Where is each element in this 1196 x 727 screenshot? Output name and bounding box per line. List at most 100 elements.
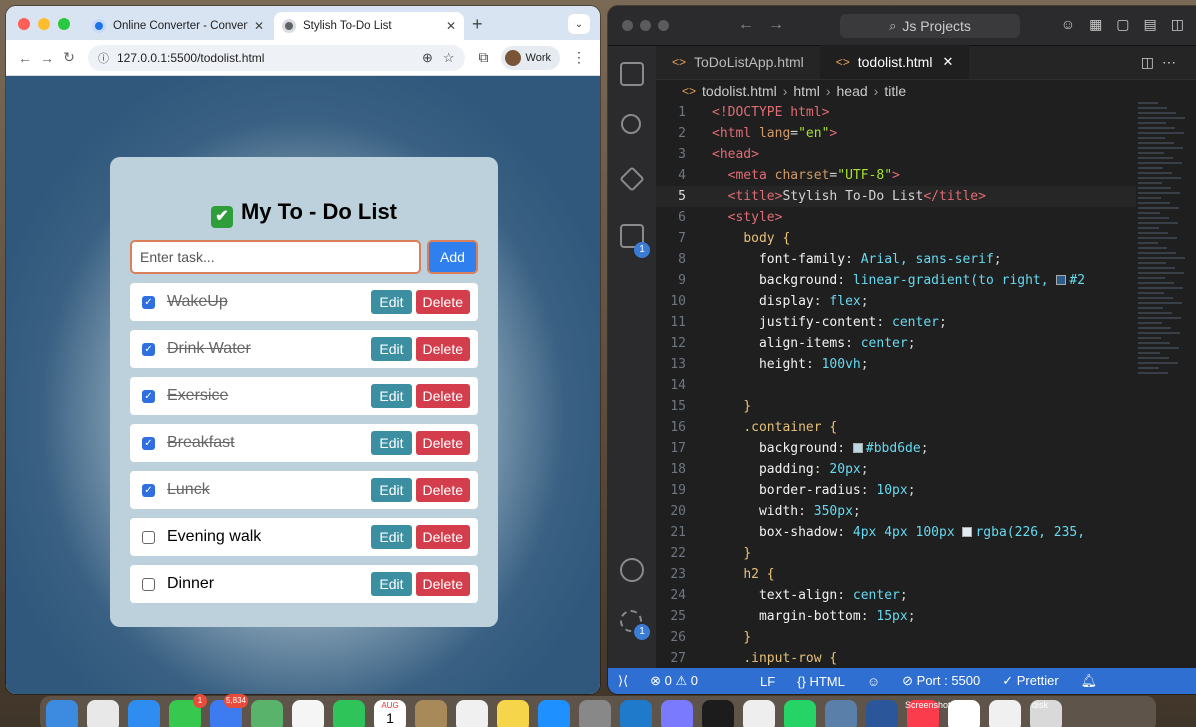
delete-button[interactable]: Delete [415,384,470,408]
tab-online-converter[interactable]: Online Converter - Convert Im ✕ [84,12,272,40]
task-input[interactable] [130,240,421,274]
kebab-menu-icon[interactable]: ⋮ [572,49,586,66]
messages-icon[interactable]: 1 [169,694,207,727]
code-line[interactable]: 1 <!DOCTYPE html> [656,102,1136,123]
minimize-window-button[interactable] [38,18,50,30]
whatsapp-icon[interactable] [784,700,816,727]
code-line[interactable]: 6 <style> [656,207,1136,228]
code-editor[interactable]: 1 <!DOCTYPE html> 2 <html lang="en"> 3 <head>… [656,102,1136,668]
code-line[interactable]: 17 background: #bbd6de; [656,438,1136,459]
task-checkbox[interactable]: ✓ [142,483,155,497]
copilot-icon[interactable]: ☺ [1061,16,1075,33]
safari-icon[interactable] [128,700,160,727]
code-line[interactable]: 23 h2 { [656,564,1136,585]
app-store-icon[interactable] [538,700,570,727]
edit-button[interactable]: Edit [371,525,412,549]
task-checkbox[interactable] [142,530,155,544]
code-line[interactable]: 18 padding: 20px; [656,459,1136,480]
code-line[interactable]: 22 } [656,543,1136,564]
code-line[interactable]: 4 <meta charset="UTF-8"> [656,165,1136,186]
close-tab-icon[interactable]: ✕ [254,19,264,33]
forward-arrow-icon[interactable]: → [36,50,58,66]
close-tab-icon[interactable]: ✕ [446,19,456,33]
profile-chip[interactable]: Work [500,45,560,70]
tab-search-chevron-icon[interactable]: ⌄ [568,14,590,34]
finder-icon[interactable] [46,700,78,727]
back-arrow-icon[interactable]: ← [14,50,36,66]
maximize-window-button[interactable] [658,20,669,31]
delete-button[interactable]: Delete [415,290,470,314]
explorer-icon[interactable] [620,62,644,86]
notes-icon[interactable] [497,700,529,727]
code-line[interactable]: 7 body { [656,228,1136,249]
prettier-status[interactable]: ✓ Prettier [1002,673,1058,689]
problems-status[interactable]: ⊗ 0 ⚠ 0 [650,673,698,689]
edit-button[interactable]: Edit [371,478,412,502]
task-checkbox[interactable]: ✓ [142,295,155,309]
maps-icon[interactable] [251,700,283,727]
layout-grid-icon[interactable]: ▦ [1089,16,1102,33]
code-line[interactable]: 27 .input-row { [656,648,1136,668]
account-icon[interactable] [620,558,644,582]
breadcrumb-item[interactable]: todolist.html [702,83,777,99]
language-status[interactable]: {} HTML [797,674,845,689]
delete-button[interactable]: Delete [415,337,470,361]
code-line[interactable]: 10 display: flex; [656,291,1136,312]
tab-todolistapp-html[interactable]: <> ToDoListApp.html [656,45,820,79]
breadcrumb-item[interactable]: html [793,83,819,99]
new-tab-button[interactable]: + [472,14,483,35]
close-window-button[interactable] [18,18,30,30]
reload-icon[interactable]: ↻ [58,49,80,66]
close-window-button[interactable] [622,20,633,31]
code-line[interactable]: 8 font-family: Arial, sans-serif; [656,249,1136,270]
code-line[interactable]: 25 margin-bottom: 15px; [656,606,1136,627]
copilot-status-icon[interactable]: ☺ [867,674,880,689]
code-line[interactable]: 13 height: 100vh; [656,354,1136,375]
tab-todolist-html[interactable]: <> todolist.html ✕ [819,45,970,79]
code-line[interactable]: 16 .container { [656,417,1136,438]
delete-button[interactable]: Delete [415,478,470,502]
code-line[interactable]: 2 <html lang="en"> [656,123,1136,144]
delete-button[interactable]: Delete [415,572,470,596]
chrome-icon[interactable] [948,700,980,727]
task-checkbox[interactable]: ✓ [142,436,155,450]
remote-indicator-icon[interactable]: ⟩⟨ [618,673,628,689]
document-icon[interactable]: Screenshot [905,700,1021,727]
reminders-icon[interactable] [456,700,488,727]
extensions-puzzle-icon[interactable]: ⧉ [479,49,489,66]
zoom-icon[interactable]: ⊕ [422,50,433,66]
notifications-bell-icon[interactable]: 🔔︎ [1081,673,1098,689]
code-line[interactable]: 3 <head> [656,144,1136,165]
edit-button[interactable]: Edit [371,384,412,408]
code-line[interactable]: 21 box-shadow: 4px 4px 100px rgba(226, 2… [656,522,1136,543]
delete-button[interactable]: Delete [415,431,470,455]
code-line[interactable]: 24 text-align: center; [656,585,1136,606]
calendar-icon[interactable]: AUG 1 [374,700,406,727]
code-line[interactable]: 14 [656,375,1136,396]
task-checkbox[interactable]: ✓ [142,389,155,403]
iphone-mirroring-icon[interactable] [661,700,693,727]
site-info-icon[interactable]: ⓘ [98,50,109,66]
minimap[interactable] [1138,102,1186,402]
photos-icon[interactable] [292,700,324,727]
code-line[interactable]: 15 } [656,396,1136,417]
word-icon[interactable] [866,700,898,727]
preview-icon[interactable] [743,700,775,727]
editor-actions-icon[interactable]: ◫⋯ [1141,54,1184,71]
live-server-status[interactable]: ⊘ Port : 5500 [902,673,980,689]
code-line[interactable]: 11 justify-content: center; [656,312,1136,333]
facetime-icon[interactable] [333,700,365,727]
task-checkbox[interactable] [142,577,155,591]
close-tab-icon[interactable]: ✕ [942,54,953,70]
edit-button[interactable]: Edit [371,431,412,455]
tab-todo-list[interactable]: Stylish To-Do List ✕ [274,12,464,40]
address-bar[interactable]: ⓘ 127.0.0.1:5500/todolist.html ⊕ ☆ [88,44,465,71]
toggle-secondary-sidebar-icon[interactable]: ◫ [1171,16,1184,33]
bookmark-star-icon[interactable]: ☆ [443,50,455,66]
launchpad-icon[interactable] [87,700,119,727]
trash-icon[interactable]: disk [1030,700,1062,727]
edit-button[interactable]: Edit [371,572,412,596]
search-icon[interactable] [621,114,641,134]
code-line[interactable]: 12 align-items: center; [656,333,1136,354]
add-button[interactable]: Add [427,240,478,274]
